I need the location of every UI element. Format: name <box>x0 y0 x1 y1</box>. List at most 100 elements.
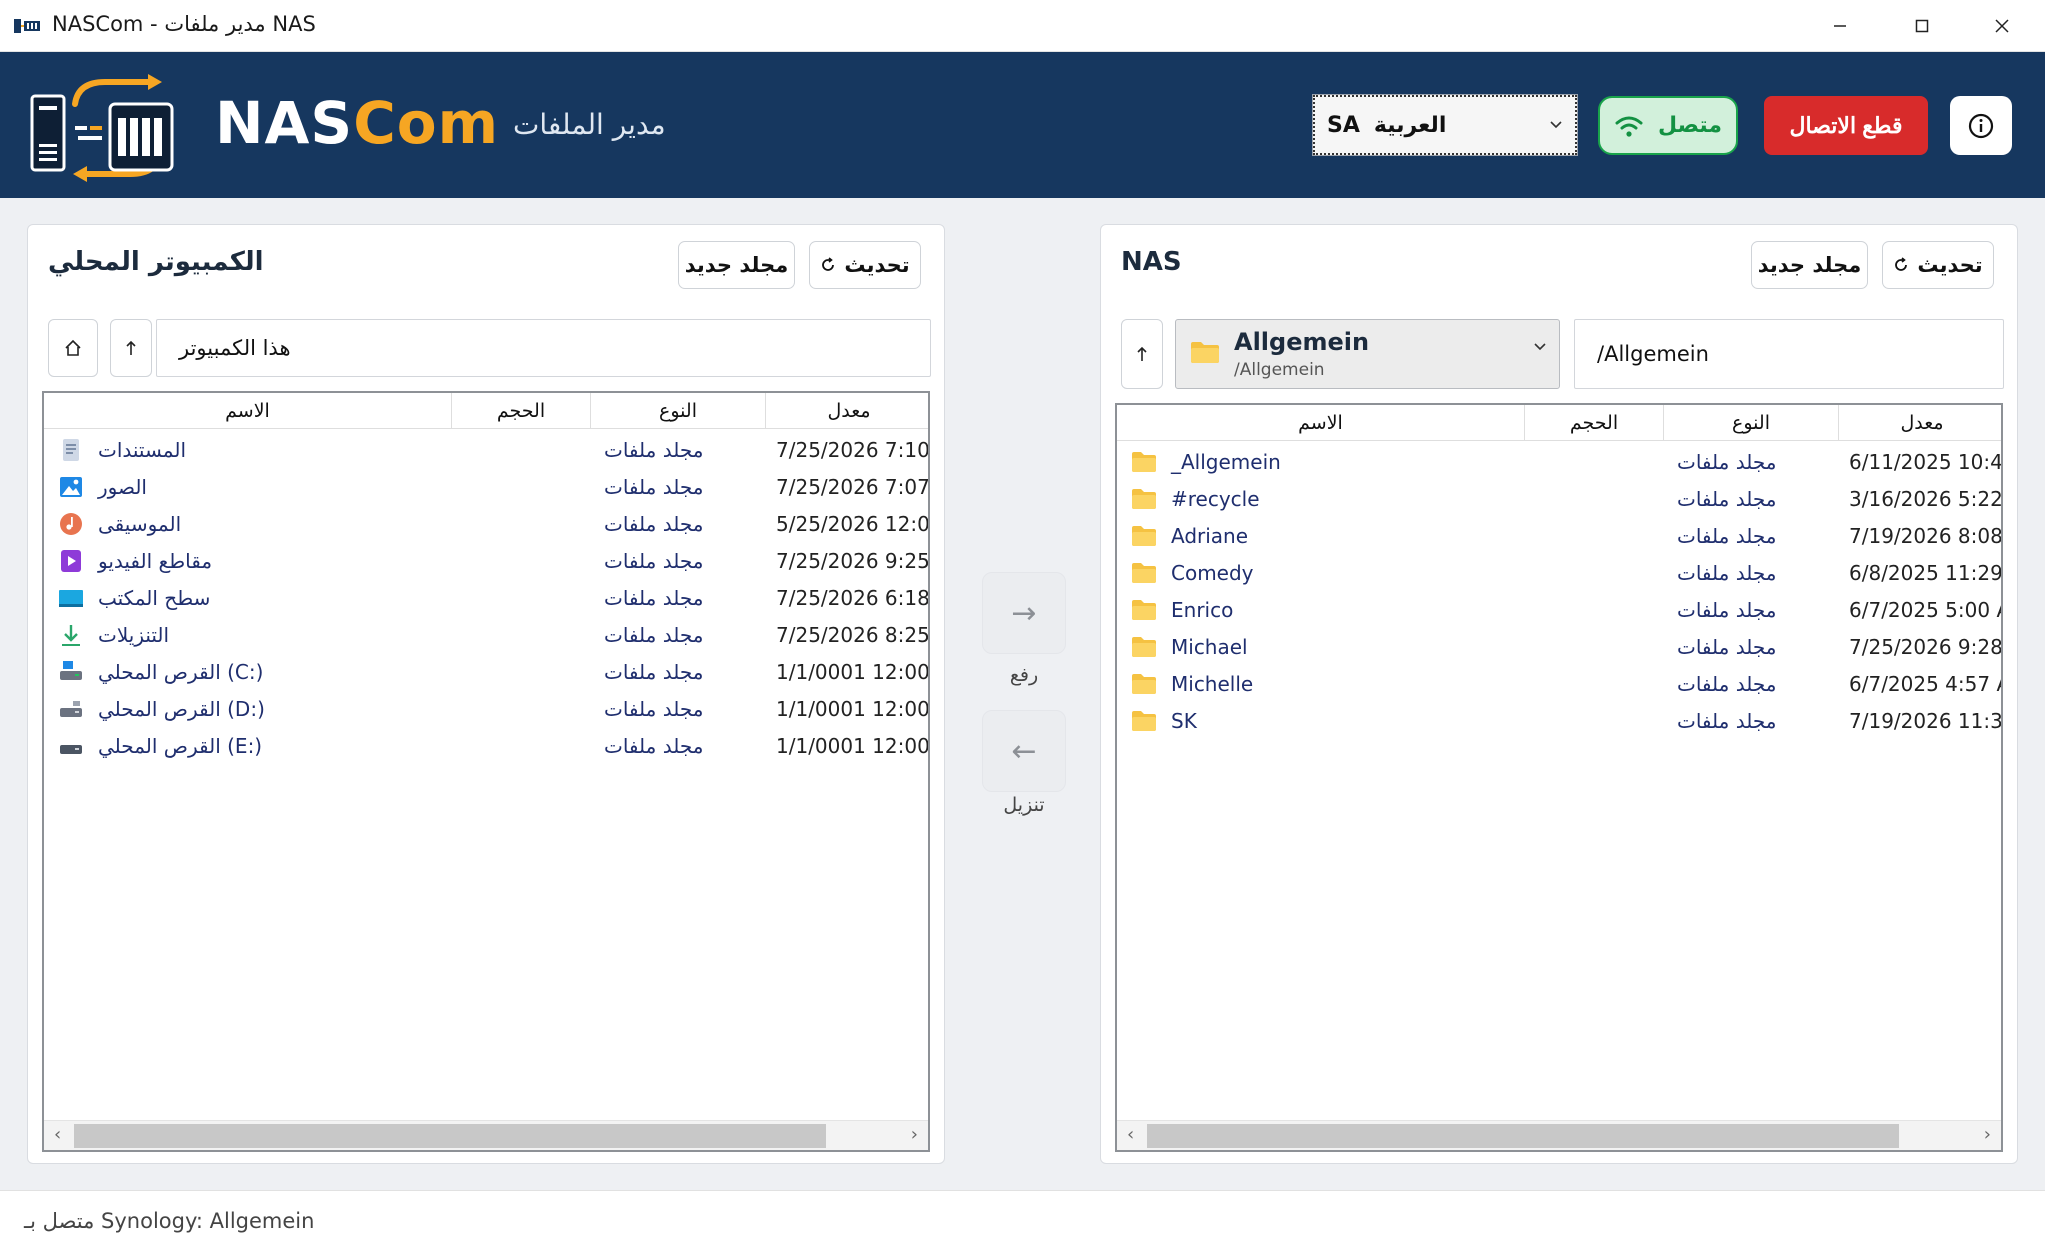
maximize-icon <box>1915 19 1929 33</box>
file-row[interactable]: القرص المحلي (D:) مجلد ملفات 1/1/0001 12:0… <box>44 690 928 727</box>
file-name-cell: القرص المحلي (E:) <box>58 727 448 764</box>
connection-status-text: متصل <box>1658 113 1722 138</box>
arrow-up-icon <box>126 340 136 355</box>
file-name: الموسيقى <box>98 511 182 536</box>
nas-panel: NAS مجلد جديد تحديث Allgemein /Allgemein… <box>1100 224 2018 1164</box>
file-row[interactable]: مقاطع الفيديو مجلد ملفات 7/25/2026 9:25 PM <box>44 542 928 579</box>
local-col-name[interactable]: الاسم <box>44 393 452 429</box>
file-type: مجلد ملفات <box>604 437 704 462</box>
nas-new-folder-button[interactable]: مجلد جديد <box>1751 241 1868 289</box>
scroll-left-icon[interactable]: ‹ <box>1127 1124 1134 1145</box>
download-button[interactable]: ← <box>982 710 1066 792</box>
local-home-button[interactable] <box>48 319 98 377</box>
nas-new-folder-label: مجلد جديد <box>1757 253 1862 277</box>
home-icon <box>65 339 81 356</box>
file-modified: 1/1/0001 12:00 AM <box>776 696 930 721</box>
file-row[interactable]: التنزيلات مجلد ملفات 7/25/2026 8:25 PM <box>44 616 928 653</box>
nas-col-name[interactable]: الاسم <box>1117 405 1525 441</box>
scroll-right-icon[interactable]: › <box>1984 1124 1991 1145</box>
videos-icon <box>61 549 81 572</box>
nas-share-select[interactable]: Allgemein /Allgemein <box>1175 319 1560 389</box>
wifi-icon <box>1615 116 1643 137</box>
file-name-cell: القرص المحلي (C:) <box>58 653 448 690</box>
drive-d-icon <box>60 700 82 717</box>
local-horizontal-scrollbar[interactable]: ‹ › <box>44 1120 928 1150</box>
file-type: مجلد ملفات <box>1677 523 1777 548</box>
file-modified: 3/16/2026 5:22 AM <box>1849 486 2003 511</box>
title-bar: NASCom - مدير ملفات NAS <box>0 0 2045 52</box>
maximize-button[interactable] <box>1882 0 1962 52</box>
nas-col-type[interactable]: النوع <box>1664 405 1839 441</box>
file-row[interactable]: الصور مجلد ملفات 7/25/2026 7:07 PM <box>44 468 928 505</box>
refresh-icon <box>1895 257 1908 271</box>
local-col-modified[interactable]: معدل <box>766 393 928 429</box>
folder-icon <box>1132 562 1156 583</box>
file-row[interactable]: #recycle مجلد ملفات 3/16/2026 5:22 AM <box>1117 480 2001 517</box>
nas-share-name: Allgemein <box>1234 328 1370 356</box>
file-type: مجلد ملفات <box>1677 597 1777 622</box>
folder-icon <box>1132 451 1156 472</box>
local-path-input[interactable]: هذا الكمبيوتر <box>156 319 931 377</box>
scroll-left-icon[interactable]: ‹ <box>54 1124 61 1145</box>
local-refresh-button[interactable]: تحديث <box>809 241 921 289</box>
nas-horizontal-scrollbar[interactable]: ‹ › <box>1117 1120 2001 1150</box>
file-row[interactable]: القرص المحلي (E:) مجلد ملفات 1/1/0001 12:0… <box>44 727 928 764</box>
minimize-icon <box>1834 25 1846 27</box>
file-name-cell: #recycle <box>1131 480 1521 517</box>
file-row[interactable]: القرص المحلي (C:) مجلد ملفات 1/1/0001 12:0… <box>44 653 928 690</box>
upload-button[interactable]: → <box>982 572 1066 654</box>
nas-file-list[interactable]: الاسم الحجم النوع معدل _Allgemein مجلد مل… <box>1115 403 2003 1152</box>
file-name-cell: سطح المكتب <box>58 579 448 616</box>
chevron-down-icon <box>1534 343 1546 351</box>
folder-icon <box>1132 525 1156 546</box>
nas-refresh-button[interactable]: تحديث <box>1882 241 1994 289</box>
download-label: تنزيل <box>1003 794 1045 816</box>
upload-label: رفع <box>1009 664 1039 686</box>
nas-path-input[interactable]: /Allgemein <box>1574 319 2004 389</box>
file-type: مجلد ملفات <box>604 548 704 573</box>
app-header: NASCom مدير الملفات <box>0 52 2045 198</box>
nas-col-size[interactable]: الحجم <box>1525 405 1664 441</box>
local-up-button[interactable] <box>110 319 152 377</box>
scroll-right-icon[interactable]: › <box>911 1124 918 1145</box>
downloads-icon <box>62 624 80 646</box>
local-panel: الكمبيوتر المحلي مجلد جديد تحديث هذا الك… <box>27 224 945 1164</box>
status-bar: متصل بـ Synology: Allgemein <box>0 1190 2045 1250</box>
drive-c-icon <box>60 660 82 680</box>
file-row[interactable]: _Allgemein مجلد ملفات 6/11/2025 10:41 <box>1117 443 2001 480</box>
scroll-thumb[interactable] <box>74 1124 826 1148</box>
file-name-cell: Adriane <box>1131 517 1521 554</box>
file-row[interactable]: Comedy مجلد ملفات 6/8/2025 11:29 AM <box>1117 554 2001 591</box>
local-col-type[interactable]: النوع <box>591 393 766 429</box>
file-row[interactable]: سطح المكتب مجلد ملفات 7/25/2026 6:18 AM <box>44 579 928 616</box>
file-row[interactable]: المستندات مجلد ملفات 7/25/2026 7:10 AM <box>44 431 928 468</box>
file-name-cell: Michael <box>1131 628 1521 665</box>
language-select[interactable]: SA العربية <box>1312 94 1578 156</box>
disconnect-button[interactable]: قطع الاتصال <box>1764 96 1928 155</box>
arrow-up-icon <box>1137 346 1147 361</box>
file-row[interactable]: Adriane مجلد ملفات 7/19/2026 8:08 AM <box>1117 517 2001 554</box>
file-modified: 7/19/2026 8:08 AM <box>1849 523 2003 548</box>
local-col-size[interactable]: الحجم <box>452 393 591 429</box>
local-refresh-label: تحديث <box>844 253 910 277</box>
file-row[interactable]: SK مجلد ملفات 7/19/2026 11:33 <box>1117 702 2001 739</box>
file-name: Enrico <box>1171 597 1234 622</box>
nas-up-button[interactable] <box>1121 319 1163 389</box>
close-icon <box>1995 19 2009 33</box>
minimize-button[interactable] <box>1800 0 1880 52</box>
file-row[interactable]: الموسيقى مجلد ملفات 5/25/2026 12:01 <box>44 505 928 542</box>
nas-col-modified[interactable]: معدل <box>1839 405 2001 441</box>
file-row[interactable]: Michael مجلد ملفات 7/25/2026 9:28 PM <box>1117 628 2001 665</box>
local-new-folder-button[interactable]: مجلد جديد <box>678 241 795 289</box>
file-row[interactable]: Enrico مجلد ملفات 6/7/2025 5:00 AM <box>1117 591 2001 628</box>
file-row[interactable]: Michelle مجلد ملفات 6/7/2025 4:57 AM <box>1117 665 2001 702</box>
file-name-cell: المستندات <box>58 431 448 468</box>
music-icon <box>60 512 82 535</box>
brand-wordmark: NASCom <box>215 94 499 152</box>
info-button[interactable] <box>1950 96 2012 155</box>
local-file-list[interactable]: الاسم الحجم النوع معدل المستندات مجلد ملف… <box>42 391 930 1152</box>
close-window-button[interactable] <box>1962 0 2042 52</box>
scroll-thumb[interactable] <box>1147 1124 1899 1148</box>
file-name-cell: Comedy <box>1131 554 1521 591</box>
file-name-cell: الموسيقى <box>58 505 448 542</box>
